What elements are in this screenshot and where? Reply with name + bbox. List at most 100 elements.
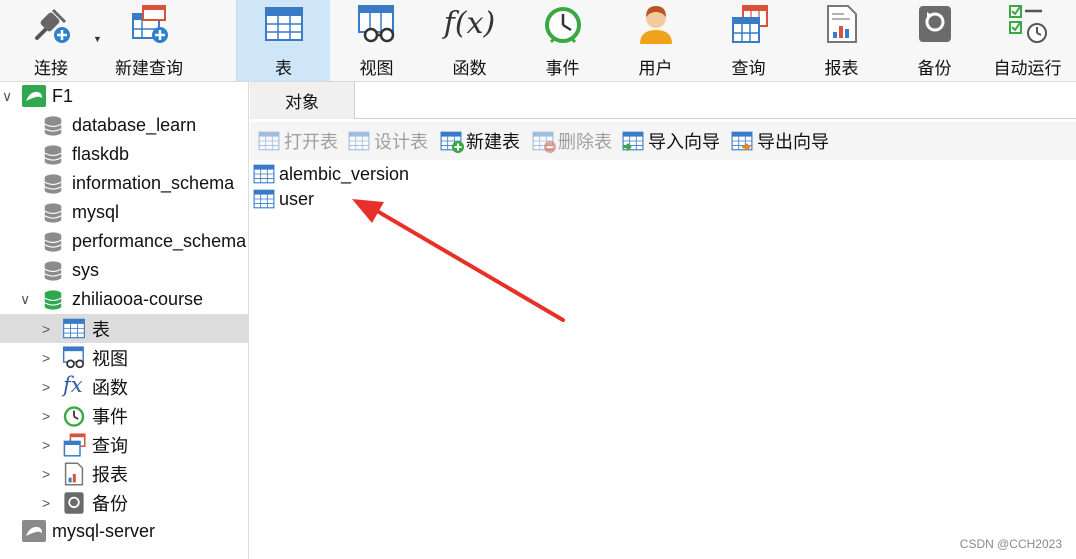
- open-table-icon: [258, 130, 280, 152]
- query-icon: [63, 433, 86, 457]
- tree-item-events[interactable]: > 事件: [0, 401, 248, 430]
- tree-connection-mysql-server[interactable]: mysql-server: [0, 517, 248, 546]
- connection-label: F1: [52, 86, 74, 106]
- autorun-label: 自动运行: [993, 59, 1062, 78]
- function-icon: f(x): [440, 4, 500, 44]
- tree-item-queries[interactable]: > 查询: [0, 430, 248, 459]
- export-wizard-button[interactable]: 导出向导: [731, 128, 829, 154]
- user-button[interactable]: 用户: [609, 0, 702, 81]
- tab-label: 对象: [285, 93, 319, 112]
- event-button[interactable]: 事件: [516, 0, 609, 81]
- tree-db-item[interactable]: mysql: [0, 198, 248, 227]
- database-label: zhiliaooa-course: [72, 289, 204, 309]
- user-label: 用户: [638, 59, 673, 78]
- clock-icon: [63, 406, 85, 427]
- new-query-label: 新建查询: [115, 59, 183, 78]
- delete-table-icon: [532, 130, 556, 153]
- table-icon: [264, 4, 304, 44]
- design-table-icon: [348, 130, 370, 152]
- function-button[interactable]: f(x) 函数: [423, 0, 516, 81]
- view-label: 视图: [359, 59, 394, 78]
- design-table-button[interactable]: 设计表: [348, 128, 428, 154]
- tree-item-tables[interactable]: > 表: [0, 314, 248, 343]
- chevron-right-icon[interactable]: >: [42, 350, 50, 366]
- tree-item-label: 表: [92, 319, 110, 340]
- tree-item-label: 备份: [92, 493, 128, 514]
- table-item[interactable]: alembic_version: [252, 162, 409, 186]
- chevron-right-icon[interactable]: >: [42, 408, 50, 424]
- import-wizard-button[interactable]: 导入向导: [622, 128, 720, 154]
- function-label: 函数: [452, 59, 487, 78]
- query-label: 查询: [731, 59, 766, 78]
- tree-item-backups[interactable]: > 备份: [0, 488, 248, 517]
- view-button[interactable]: 视图: [330, 0, 423, 81]
- database-label: information_schema: [72, 173, 235, 193]
- autorun-icon: [1008, 4, 1048, 44]
- chevron-down-icon[interactable]: ∨: [20, 291, 30, 308]
- query-icon: [729, 4, 769, 44]
- tree-db-item[interactable]: information_schema: [0, 169, 248, 198]
- chevron-right-icon[interactable]: >: [42, 379, 50, 395]
- database-label: performance_schema: [72, 231, 247, 251]
- table-button[interactable]: 表: [237, 0, 330, 81]
- report-label: 报表: [824, 59, 859, 78]
- chevron-right-icon[interactable]: >: [42, 466, 50, 482]
- report-button[interactable]: 报表: [795, 0, 888, 81]
- import-icon: [622, 130, 644, 152]
- export-icon: [731, 130, 753, 152]
- database-open-icon: [44, 290, 62, 310]
- chevron-right-icon[interactable]: >: [42, 437, 50, 453]
- tree-item-label: 查询: [92, 435, 128, 456]
- database-label: flaskdb: [72, 144, 130, 164]
- tree-item-reports[interactable]: > 报表: [0, 459, 248, 488]
- autorun-button[interactable]: 自动运行: [981, 0, 1074, 81]
- table-icon: [252, 163, 276, 185]
- table-item[interactable]: user: [252, 187, 314, 211]
- backup-icon: [915, 4, 955, 44]
- object-panel: 对象 打开表 设计表 新建表 删除表 导入向导 导出向导 alembic_ver…: [250, 82, 1076, 559]
- function-glyph: f(x): [443, 6, 496, 41]
- chevron-right-icon[interactable]: >: [42, 495, 50, 511]
- connection-label: mysql-server: [52, 521, 156, 541]
- table-name: alembic_version: [279, 163, 410, 184]
- table-label: 表: [275, 59, 292, 78]
- tab-bar: 对象: [250, 82, 1076, 119]
- query-button[interactable]: 查询: [702, 0, 795, 81]
- report-icon: [822, 4, 862, 44]
- tree-db-item[interactable]: flaskdb: [0, 140, 248, 169]
- plug-icon: [31, 4, 71, 44]
- design-table-label: 设计表: [374, 132, 428, 152]
- tree-item-functions[interactable]: > fx 函数: [0, 372, 248, 401]
- database-label: mysql: [72, 202, 120, 222]
- new-query-button[interactable]: 新建查询: [108, 0, 190, 81]
- new-table-button[interactable]: 新建表: [440, 128, 520, 154]
- chevron-right-icon[interactable]: >: [42, 321, 50, 337]
- export-wizard-label: 导出向导: [757, 132, 829, 152]
- tree-db-item[interactable]: sys: [0, 256, 248, 285]
- chevron-down-icon[interactable]: ∨: [2, 88, 12, 105]
- open-table-label: 打开表: [284, 132, 338, 152]
- backup-button[interactable]: 备份: [888, 0, 981, 81]
- view-icon: [357, 4, 397, 44]
- tab-objects[interactable]: 对象: [250, 82, 355, 119]
- user-icon: [636, 4, 676, 44]
- backup-label: 备份: [917, 59, 952, 78]
- connect-button[interactable]: 连接: [20, 0, 82, 81]
- delete-table-button[interactable]: 删除表: [532, 128, 612, 154]
- tree-db-item[interactable]: performance_schema: [0, 227, 248, 256]
- import-wizard-label: 导入向导: [648, 132, 720, 152]
- tree-item-views[interactable]: > 视图: [0, 343, 248, 372]
- mysql-connection-icon: [22, 85, 46, 107]
- chevron-down-icon[interactable]: ▼: [93, 34, 102, 44]
- tree-db-item[interactable]: database_learn: [0, 111, 248, 140]
- delete-table-label: 删除表: [558, 132, 612, 152]
- tree-connection-f1[interactable]: ∨ F1: [0, 82, 248, 111]
- navigation-tree: ∨ F1 database_learn flaskdb information_…: [0, 82, 249, 559]
- database-label: sys: [72, 260, 99, 280]
- open-table-button[interactable]: 打开表: [258, 128, 338, 154]
- tree-item-label: 函数: [92, 377, 128, 398]
- new-query-icon: [129, 4, 169, 44]
- table-icon: [252, 188, 276, 210]
- tree-item-label: 视图: [92, 348, 128, 369]
- tree-db-open[interactable]: ∨ zhiliaooa-course: [0, 285, 248, 314]
